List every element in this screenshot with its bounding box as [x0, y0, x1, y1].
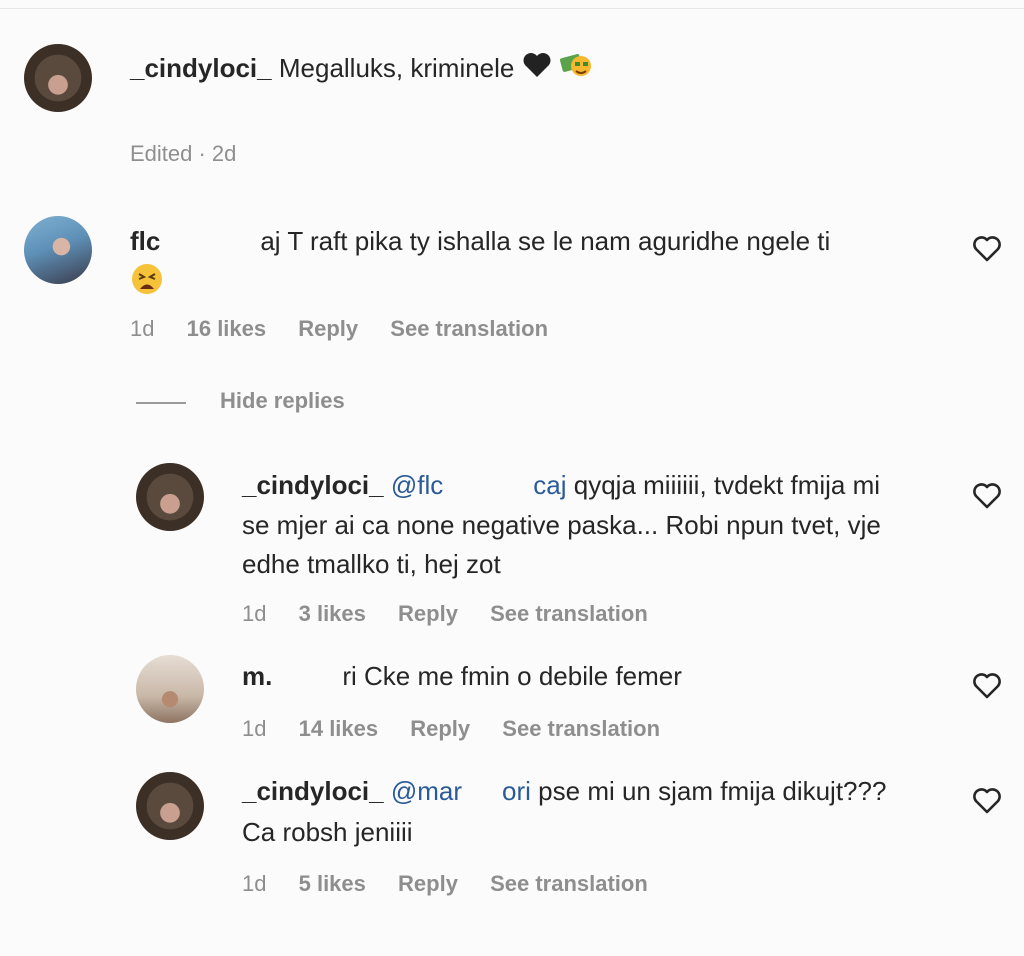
timestamp: 1d	[242, 871, 267, 896]
reply-button[interactable]: Reply	[410, 716, 470, 741]
comment-body: flc aj T raft pika ty ishalla se le nam a…	[130, 222, 830, 260]
mention-tail[interactable]: ori	[502, 776, 531, 806]
like-heart-icon[interactable]	[972, 234, 1002, 264]
see-translation-button[interactable]: See translation	[490, 601, 648, 626]
username[interactable]: _cindyloci_	[242, 776, 384, 806]
comment-text: Megalluks, kriminele	[278, 53, 515, 83]
like-heart-icon[interactable]	[972, 481, 1002, 511]
likes-count[interactable]: 14 likes	[299, 716, 379, 741]
money-face-icon	[559, 50, 593, 90]
avatar[interactable]	[24, 44, 92, 112]
see-translation-button[interactable]: See translation	[390, 316, 548, 341]
see-translation-button[interactable]: See translation	[502, 716, 660, 741]
reply-text-line-1: pse mi un sjam fmija dikujt???	[538, 776, 887, 806]
username[interactable]: flc	[130, 226, 160, 256]
likes-count[interactable]: 3 likes	[299, 601, 366, 626]
top-divider	[0, 8, 1024, 9]
avatar[interactable]	[136, 463, 204, 531]
see-translation-button[interactable]: See translation	[490, 871, 648, 896]
comment-meta: 1d 16 likes Reply See translation	[130, 316, 574, 342]
reply-text: ri Cke me fmin o debile femer	[342, 661, 682, 691]
hide-replies-button[interactable]: Hide replies	[220, 388, 345, 414]
reply-button[interactable]: Reply	[398, 601, 458, 626]
username[interactable]: _cindyloci_	[242, 470, 384, 500]
mention-tail[interactable]: caj	[533, 470, 566, 500]
reply-meta: 1d 14 likes Reply See translation	[242, 716, 686, 742]
reply-meta: 1d 3 likes Reply See translation	[242, 601, 674, 627]
timestamp: 1d	[130, 316, 155, 341]
mention[interactable]: @flc	[391, 470, 443, 500]
comment-text: aj T raft pika ty ishalla se le nam agur…	[260, 226, 831, 256]
reply-text-line-2: se mjer ai ca none negative paska... Rob…	[242, 510, 881, 540]
like-heart-icon[interactable]	[972, 671, 1002, 701]
avatar[interactable]	[24, 216, 92, 284]
timestamp: Edited · 2d	[130, 141, 237, 166]
timestamp: 1d	[242, 601, 267, 626]
likes-count[interactable]: 16 likes	[187, 316, 267, 341]
reply-button[interactable]: Reply	[298, 316, 358, 341]
reply-text-line-1: qyqja miiiiii, tvdekt fmija mi	[573, 470, 881, 500]
comment-meta: Edited · 2d	[130, 141, 262, 167]
timestamp: 1d	[242, 716, 267, 741]
tired-face-icon	[130, 262, 164, 301]
likes-count[interactable]: 5 likes	[299, 871, 366, 896]
reply-text-line-3: edhe tmallko ti, hej zot	[242, 549, 501, 579]
avatar[interactable]	[136, 772, 204, 840]
black-heart-icon	[522, 51, 552, 89]
reply-button[interactable]: Reply	[398, 871, 458, 896]
username[interactable]: _cindyloci_	[130, 53, 272, 83]
hide-replies-divider	[136, 402, 186, 404]
avatar[interactable]	[136, 655, 204, 723]
reply-body: m. ri Cke me fmin o debile femer	[242, 657, 682, 695]
username[interactable]: m.	[242, 661, 272, 691]
reply-body: _cindyloci_ @mar ori pse mi un sjam fmija…	[242, 772, 886, 810]
comment-body: _cindyloci_ Megalluks, kriminele	[130, 49, 593, 90]
reply-meta: 1d 5 likes Reply See translation	[242, 871, 674, 897]
like-heart-icon[interactable]	[972, 786, 1002, 816]
reply-text-line-2: Ca robsh jeniiii	[242, 817, 413, 847]
reply-body: _cindyloci_ @flc caj qyqja miiiiii, tvdek…	[242, 466, 880, 504]
mention[interactable]: @mar	[391, 776, 462, 806]
